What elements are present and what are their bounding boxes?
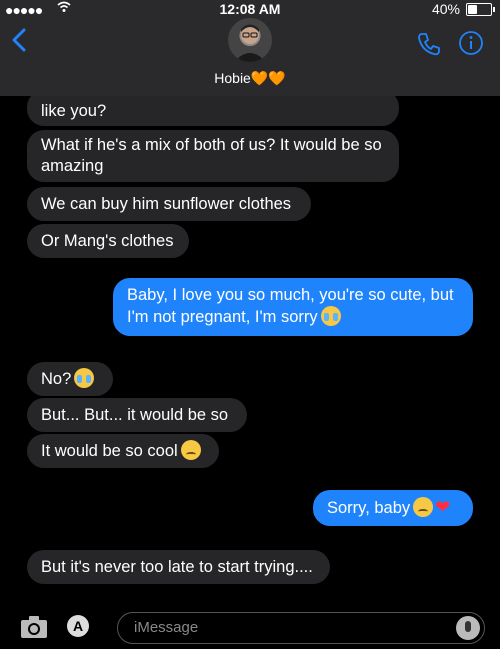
message-input[interactable]: iMessage [117,612,485,644]
phone-icon[interactable] [416,31,442,57]
message-outgoing[interactable]: Sorry, baby ❤ [313,490,473,526]
sad-emoji-icon [180,440,201,460]
status-time: 12:08 AM [219,1,281,17]
microphone-icon[interactable] [456,616,480,640]
crying-emoji-icon [74,368,95,388]
battery-icon [466,3,495,16]
message-input-placeholder: iMessage [134,619,199,636]
contact-name[interactable]: Hobie🧡🧡 [0,70,500,87]
back-chevron-icon[interactable] [12,28,26,52]
message-outgoing[interactable]: Baby, I love you so much, you're so cute… [113,278,473,336]
appstore-icon[interactable]: A [67,615,89,637]
contact-avatar[interactable] [228,18,272,62]
message-incoming[interactable]: Or Mang's clothes [27,224,189,258]
message-incoming[interactable]: But it's never too late to start trying.… [27,550,330,584]
info-icon[interactable] [458,30,484,56]
message-incoming[interactable]: But... But... it would be so [27,398,247,432]
sad-emoji-icon [413,497,434,517]
message-incoming[interactable]: No? [27,362,113,396]
battery-percent: 40% [431,1,460,17]
status-bar: ●●●●● 12:08 AM 40% [0,0,500,18]
message-incoming[interactable]: What if he's a mix of both of us? It wou… [27,130,399,182]
heart-icon: ❤ [435,497,451,517]
message-incoming[interactable]: It would be so cool [27,434,219,468]
message-incoming[interactable]: We can buy him sunflower clothes [27,187,311,221]
crying-emoji-icon [320,306,341,326]
conversation-header: ●●●●● 12:08 AM 40% Hobie🧡🧡 [0,0,500,96]
camera-icon[interactable] [20,615,48,639]
